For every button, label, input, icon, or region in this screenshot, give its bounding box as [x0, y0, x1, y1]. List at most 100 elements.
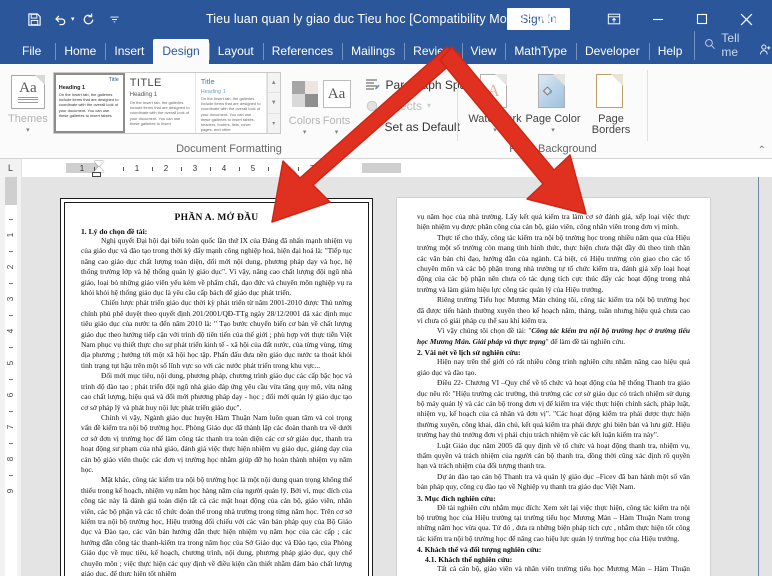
save-icon[interactable]	[22, 7, 46, 31]
ribbon-display-options-icon[interactable]	[592, 0, 636, 38]
document-paragraph: Thực tế cho thấy, công tác kiểm tra nội …	[417, 232, 690, 294]
gallery-scroll-buttons: ▲ ▼ ▾	[266, 73, 280, 133]
document-paragraph: Đổi mới mục tiêu, nội dung, phương pháp,…	[81, 371, 352, 412]
document-paragraph: Luật Giáo dục năm 2005 đã quy định về tổ…	[417, 440, 690, 471]
fonts-icon-text: Aa	[322, 80, 351, 108]
gallery-more-icon[interactable]: ▾	[268, 114, 280, 133]
horizontal-ruler[interactable]: 1 1 2 3 4 5 6 7	[22, 159, 772, 177]
tab-mailings[interactable]: Mailings	[342, 39, 404, 64]
share-button[interactable]: Share	[749, 39, 772, 64]
ruler-tick: 1	[134, 164, 140, 173]
chevron-down-icon[interactable]: ▾	[335, 128, 339, 136]
tab-developer[interactable]: Developer	[576, 39, 649, 64]
document-page-right[interactable]: vụ năm học của nhà trường. Lấy kết quả k…	[397, 198, 710, 576]
ruler-tick: 6	[280, 164, 286, 173]
document-paragraph: Mặt khác, công tác kiểm tra nội bộ trườn…	[81, 475, 352, 576]
sign-in-button[interactable]: Sign in	[507, 8, 570, 30]
document-paragraph: Chiến lược phát triển giáo dục thời kỳ p…	[81, 298, 352, 370]
page-color-icon	[538, 72, 568, 112]
colors-button[interactable]: Colors ▾	[289, 72, 321, 136]
vertical-ruler[interactable]: 1 2 3 4 5 6 7 8 9	[0, 177, 22, 576]
document-section-heading: 2. Vài nét về lịch sử nghiên cứu:	[417, 348, 521, 358]
ruler-tick: 3	[192, 164, 198, 173]
vruler-tick: 4	[6, 328, 15, 334]
undo-dropdown-icon[interactable]: ▾	[71, 15, 75, 23]
chevron-down-icon[interactable]: ▾	[303, 128, 307, 136]
colors-label: Colors	[288, 115, 321, 127]
style-set-body: On the Insert tab, the galleries include…	[200, 96, 261, 133]
style-set-item[interactable]: Title Heading 1 On the Insert tab, the g…	[53, 73, 125, 133]
style-set-heading: Heading 1	[58, 85, 86, 91]
document-canvas[interactable]: PHẦN A. MỞ ĐẦU 1. Lý do chọn đề tài: Ngh…	[22, 177, 758, 576]
tell-me-label: Tell me	[721, 31, 740, 59]
document-section-heading: 3. Mục đích nghiên cứu:	[417, 493, 496, 503]
ruler-tick: 5	[250, 164, 256, 173]
document-section-heading: 1. Lý do chọn đề tài:	[81, 227, 148, 236]
style-set-heading: Heading 1	[129, 92, 158, 98]
tab-help[interactable]: Help	[648, 39, 692, 64]
gallery-scroll-down-icon[interactable]: ▼	[267, 93, 280, 114]
redo-icon[interactable]	[77, 7, 101, 31]
ruler-tick: 4	[221, 164, 227, 173]
ribbon-group-document-formatting: Aa Themes ▾ Title Heading 1 On the Inser…	[0, 64, 497, 159]
watermark-label: Watermark	[468, 113, 522, 125]
chevron-down-icon[interactable]: ▾	[551, 126, 555, 134]
themes-label: Themes	[8, 113, 48, 125]
quick-access-toolbar: ▾	[0, 7, 127, 31]
paragraph-spacing-icon	[363, 78, 381, 92]
tab-review[interactable]: Review	[404, 39, 461, 64]
gallery-scroll-up-icon[interactable]: ▲	[267, 73, 280, 94]
style-set-gallery[interactable]: Title Heading 1 On the Insert tab, the g…	[52, 72, 281, 134]
tab-insert[interactable]: Insert	[105, 39, 153, 64]
tab-references[interactable]: References	[262, 39, 342, 64]
vruler-tick: 7	[6, 424, 15, 430]
style-set-item[interactable]: TITLE Heading 1 On the Insert tab, the g…	[124, 73, 196, 133]
style-set-body: On the Insert tab, the galleries include…	[58, 92, 119, 118]
chevron-down-icon[interactable]: ▾	[493, 126, 497, 134]
undo-icon[interactable]	[48, 7, 72, 31]
chevron-down-icon[interactable]: ▾	[26, 126, 30, 134]
document-page-left[interactable]: PHẦN A. MỞ ĐẦU 1. Lý do chọn đề tài: Ngh…	[60, 198, 373, 576]
page-borders-button[interactable]: Page Borders	[582, 70, 640, 136]
document-paragraph: Dự án đào tạo cán bộ Thanh tra và quản l…	[417, 471, 690, 492]
watermark-icon: A	[480, 72, 510, 112]
tab-mathtype[interactable]: MathType	[505, 39, 576, 64]
right-indent-marker[interactable]	[286, 167, 296, 173]
ruler-row: L 1 1 2 3 4 5 6 7	[0, 159, 772, 177]
word-application-window: ▾ Tieu luan quan ly giao duc Tieu hoc [C…	[0, 0, 772, 576]
style-set-item[interactable]: Title Heading 1 On the Insert tab, the g…	[195, 73, 267, 133]
ruler-tick: 2	[163, 164, 169, 173]
tab-stop-selector[interactable]: L	[0, 159, 22, 177]
tell-me-search[interactable]: Tell me	[694, 27, 749, 64]
themes-button[interactable]: Aa Themes ▾	[8, 70, 48, 134]
ruler-tick: 1	[79, 164, 85, 173]
ribbon: Aa Themes ▾ Title Heading 1 On the Inser…	[0, 64, 772, 159]
vruler-tick: 1	[6, 232, 15, 238]
customize-qat-icon[interactable]	[103, 7, 127, 31]
tab-home[interactable]: Home	[55, 39, 105, 64]
tab-design[interactable]: Design	[153, 39, 209, 64]
document-paragraph: Đề tài nghiên cứu nhằm mục đích: Xem xét…	[417, 502, 690, 543]
document-section-heading: 4. Khách thể và đối tượng nghiên cứu:	[417, 545, 542, 555]
minimize-icon[interactable]	[636, 0, 680, 38]
tab-file[interactable]: File	[8, 39, 55, 64]
fonts-button[interactable]: Aa Fonts ▾	[322, 72, 351, 136]
tab-view[interactable]: View	[461, 39, 506, 64]
tab-layout[interactable]: Layout	[208, 39, 263, 64]
themes-icon: Aa	[10, 72, 45, 112]
ruler-tick: 7	[309, 164, 315, 173]
collapse-ribbon-icon[interactable]: ⌃	[758, 145, 766, 156]
document-paragraph: vụ năm học của nhà trường. Lấy kết quả k…	[417, 212, 690, 232]
document-area: 1 2 3 4 5 6 7 8 9 PHẦN A. MỞ ĐẦU 1. Lý d…	[0, 177, 772, 576]
page-borders-icon	[596, 72, 626, 112]
vruler-tick: 6	[6, 392, 15, 398]
fonts-icon: Aa	[322, 74, 351, 114]
document-paragraph: Nghị quyết Đại hội đại biểu toàn quốc lầ…	[81, 236, 352, 298]
vertical-scrollbar[interactable]	[758, 177, 772, 576]
chevron-down-icon[interactable]: ▾	[427, 101, 431, 110]
colors-icon	[291, 74, 318, 114]
vruler-tick: 9	[6, 488, 15, 494]
page-color-button[interactable]: Page Color ▾	[524, 70, 582, 134]
title-bar: ▾ Tieu luan quan ly giao duc Tieu hoc [C…	[0, 0, 772, 38]
watermark-button[interactable]: A Watermark ▾	[466, 70, 524, 134]
